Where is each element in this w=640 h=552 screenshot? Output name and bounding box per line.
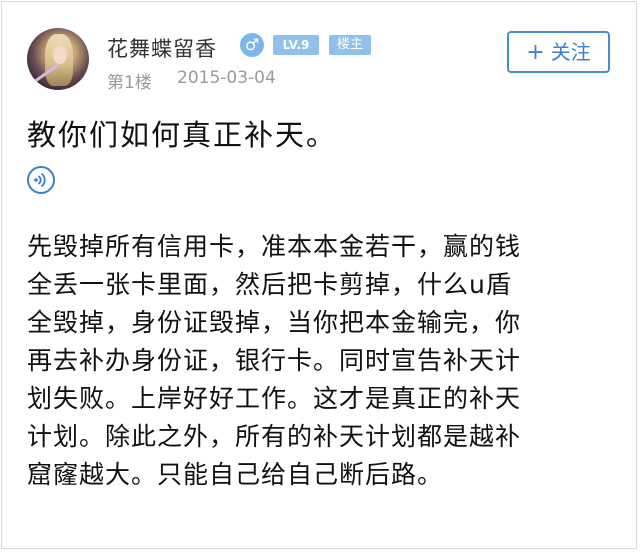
body-line: 全丢一张卡里面，然后把卡剪掉，什么u盾 (27, 270, 512, 299)
body-line: 再去补办身份证，银行卡。同时宣告补天计 (27, 346, 522, 375)
voice-waves-icon (34, 173, 46, 187)
level-badge: LV.9 (273, 35, 319, 55)
post-body: 先毁掉所有信用卡，准本本金若干，赢的钱 全丢一张卡里面，然后把卡剪掉，什么u盾 … (27, 228, 617, 494)
follow-label: 关注 (550, 40, 591, 64)
floor-number: 第1楼 (107, 73, 152, 93)
body-line: 全毁掉，身份证毁掉，当你把本金输完，你 (27, 308, 522, 337)
plus-icon: + (526, 40, 545, 65)
male-icon: ♂ (240, 33, 264, 57)
user-avatar[interactable] (27, 28, 89, 90)
body-line: 先毁掉所有信用卡，准本本金若干，赢的钱 (27, 232, 522, 261)
avatar-face (53, 46, 67, 64)
username[interactable]: 花舞蝶留香 (107, 33, 217, 63)
owner-badge: 楼主 (329, 35, 371, 55)
body-line: 计划。除此之外，所有的补天计划都是越补 (27, 422, 522, 451)
post-date: 2015-03-04 (177, 68, 276, 88)
body-line: 划失败。上岸好好工作。这才是真正的补天 (27, 384, 522, 413)
body-line: 窟窿越大。只能自己给自己断后路。 (27, 460, 444, 489)
post-title: 教你们如何真正补天。 (27, 118, 338, 152)
follow-button[interactable]: + 关注 (507, 31, 610, 73)
voice-icon[interactable] (27, 166, 55, 194)
